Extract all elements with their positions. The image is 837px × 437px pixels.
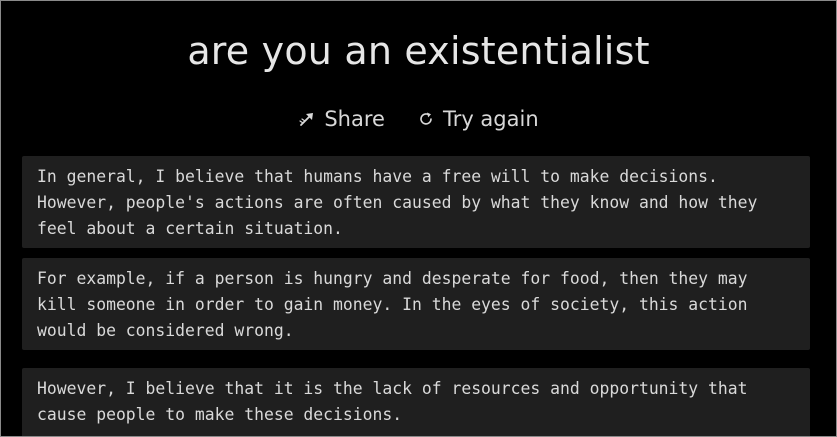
response-card: For example, if a person is hungry and d… (22, 258, 810, 350)
app-window: are you an existentialist Share Try agai… (0, 0, 837, 437)
response-text: However, I believe that it is the lack o… (37, 379, 748, 424)
response-card: In general, I believe that humans have a… (22, 156, 810, 248)
page-title: are you an existentialist (187, 29, 650, 73)
action-bar: Share Try again (1, 105, 836, 133)
try-again-button[interactable]: Try again (417, 105, 539, 133)
response-card: However, I believe that it is the lack o… (22, 368, 810, 436)
share-label: Share (324, 107, 385, 131)
share-button[interactable]: Share (298, 105, 385, 133)
response-text: For example, if a person is hungry and d… (37, 269, 748, 340)
response-text: In general, I believe that humans have a… (37, 167, 758, 238)
refresh-icon (417, 110, 435, 128)
share-arrow-icon (298, 110, 316, 128)
try-again-label: Try again (442, 107, 539, 131)
